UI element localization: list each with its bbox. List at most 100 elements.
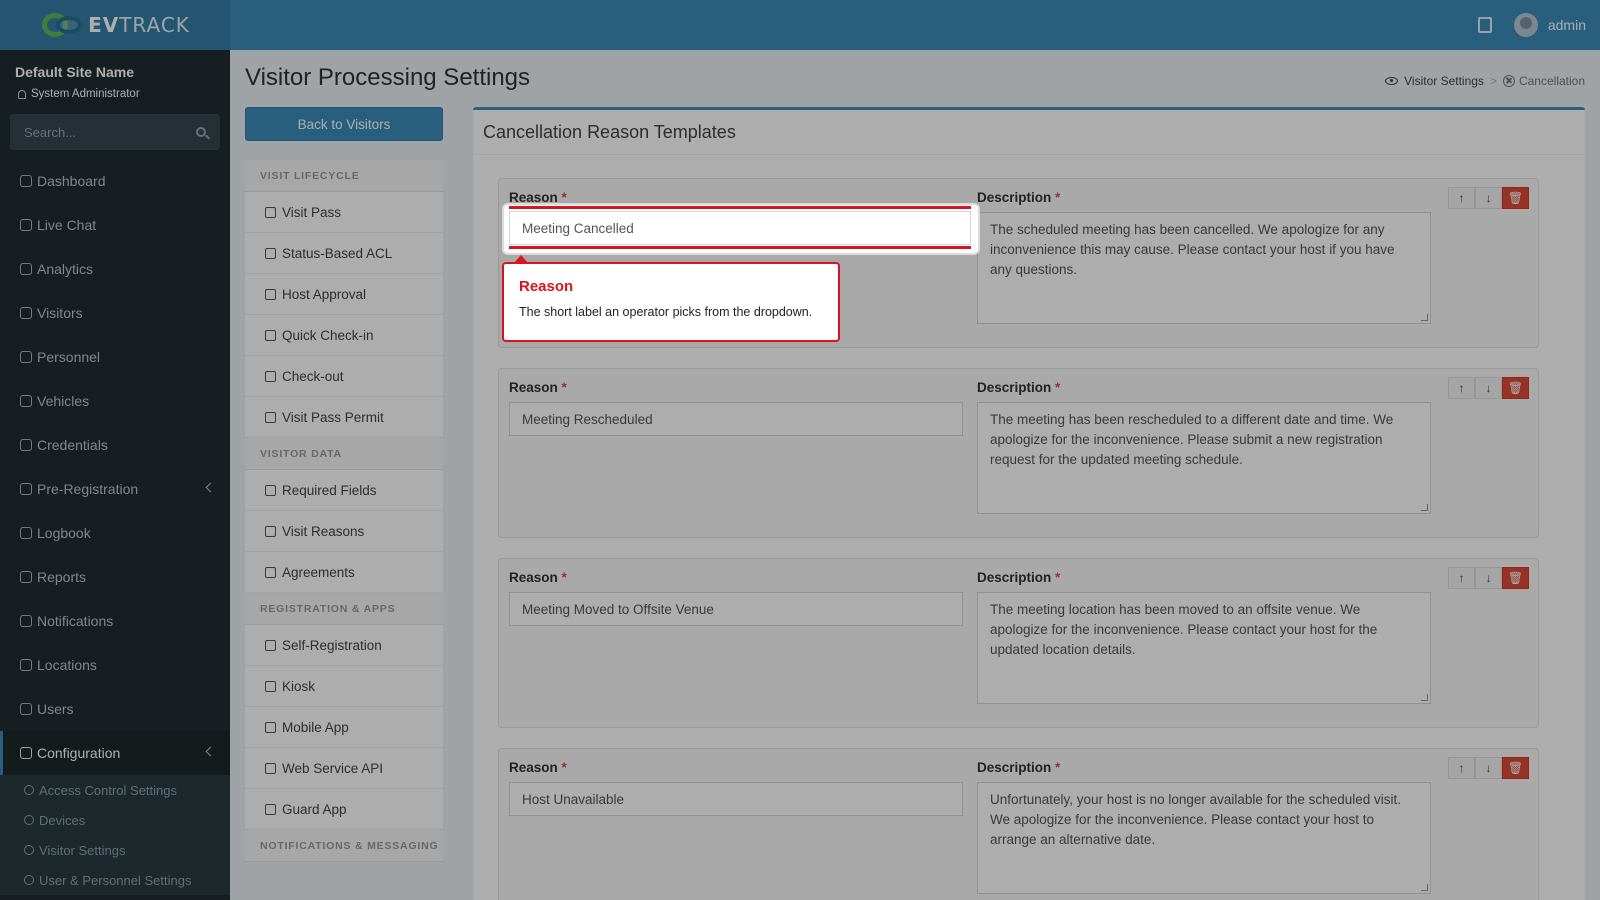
sidebar-item-analytics[interactable]: Analytics (0, 247, 230, 291)
reports-icon (20, 571, 32, 583)
settings-item-check-out[interactable]: Check-out (245, 356, 443, 397)
submenu-user-personnel-settings[interactable]: User & Personnel Settings (0, 865, 230, 895)
settings-item-status-based-acl[interactable]: Status-Based ACL (245, 233, 443, 274)
description-textarea[interactable]: The meeting has been rescheduled to a di… (977, 402, 1431, 514)
description-textarea[interactable]: The meeting location has been moved to a… (977, 592, 1431, 704)
logo[interactable]: EVTRACK (0, 0, 230, 50)
description-text: The meeting has been rescheduled to a di… (990, 412, 1394, 467)
sidebar-item-users[interactable]: Users (0, 687, 230, 731)
sidebar-item-logbook[interactable]: Logbook (0, 511, 230, 555)
settings-item-label: Visit Pass Permit (282, 409, 384, 425)
settings-item-visit-reasons[interactable]: Visit Reasons (245, 511, 443, 552)
search-input[interactable]: Search... (24, 125, 76, 140)
delete-button[interactable]: 🗑 (1502, 187, 1529, 209)
sidebar-item-label: Reports (37, 569, 87, 585)
eye-icon (20, 307, 32, 319)
settings-section-title: VISIT LIFECYCLE (245, 160, 443, 192)
settings-item-required-fields[interactable]: Required Fields (245, 470, 443, 511)
settings-item-mobile-app[interactable]: Mobile App (245, 707, 443, 748)
sidebar-item-notifications[interactable]: Notifications (0, 599, 230, 643)
sidebar-item-label: Dashboard (37, 173, 106, 189)
sidebar-item-label: Credentials (37, 437, 108, 453)
sidebar-item-credentials[interactable]: Credentials (0, 423, 230, 467)
sidebar-item-label: Users (37, 701, 74, 717)
delete-button[interactable]: 🗑 (1502, 377, 1529, 399)
arrow-up-icon: ↑ (1458, 381, 1465, 395)
move-up-button[interactable]: ↑ (1448, 187, 1475, 209)
reason-input[interactable]: Meeting Rescheduled (509, 402, 963, 436)
building-icon (265, 329, 276, 341)
settings-item-agreements[interactable]: Agreements (245, 552, 443, 593)
sign-out-icon (265, 370, 276, 382)
shapes-icon (265, 525, 276, 537)
reason-input[interactable]: Host Unavailable (509, 782, 963, 816)
reason-label: Reason * (509, 760, 567, 775)
settings-item-label: Host Approval (282, 286, 367, 302)
sidebar-item-reports[interactable]: Reports (0, 555, 230, 599)
settings-item-web-service-api[interactable]: Web Service API (245, 748, 443, 789)
submenu-access-control-settings[interactable]: Access Control Settings (0, 775, 230, 805)
sidebar-item-vehicles[interactable]: Vehicles (0, 379, 230, 423)
resize-handle[interactable] (1421, 504, 1428, 511)
move-down-button[interactable]: ↓ (1475, 757, 1502, 779)
user-icon (18, 89, 26, 99)
sidebar-item-personnel[interactable]: Personnel (0, 335, 230, 379)
breadcrumb-current: Cancellation (1502, 74, 1585, 88)
settings-item-label: Check-out (282, 368, 344, 384)
sidebar-item-visitors[interactable]: Visitors (0, 291, 230, 335)
back-to-visitors-button[interactable]: Back to Visitors (245, 107, 443, 141)
sidebar-search[interactable]: Search... (10, 114, 220, 150)
reason-input[interactable]: Meeting Moved to Offsite Venue (509, 592, 963, 626)
sidebar-item-dashboard[interactable]: Dashboard (0, 159, 230, 203)
move-up-button[interactable]: ↑ (1448, 377, 1475, 399)
settings-menu: VISIT LIFECYCLE Visit Pass Status-Based … (245, 160, 443, 862)
building-icon[interactable] (1477, 17, 1492, 33)
highlighted-reason-input[interactable]: Meeting Cancelled (509, 211, 971, 245)
resize-handle[interactable] (1421, 694, 1428, 701)
submenu-devices[interactable]: Devices (0, 805, 230, 835)
move-down-button[interactable]: ↓ (1475, 567, 1502, 589)
breadcrumb-current-label: Cancellation (1518, 74, 1585, 88)
trash-icon: 🗑 (1507, 761, 1524, 775)
user-role-label: System Administrator (31, 88, 140, 100)
move-up-button[interactable]: ↑ (1448, 757, 1475, 779)
settings-item-host-approval[interactable]: Host Approval (245, 274, 443, 315)
breadcrumb-parent[interactable]: Visitor Settings (1404, 74, 1484, 88)
description-textarea[interactable]: The scheduled meeting has been cancelled… (977, 212, 1431, 324)
sidebar-item-locations[interactable]: Locations (0, 643, 230, 687)
settings-item-label: Guard App (282, 801, 347, 817)
user-settings-icon (24, 875, 34, 885)
arrow-down-icon: ↓ (1485, 571, 1492, 585)
settings-item-guard-app[interactable]: Guard App (245, 789, 443, 830)
settings-item-visit-pass-permit[interactable]: Visit Pass Permit (245, 397, 443, 438)
swap-icon (20, 483, 32, 495)
user-name: admin (1547, 17, 1586, 33)
description-textarea[interactable]: Unfortunately, your host is no longer av… (977, 782, 1431, 894)
resize-handle[interactable] (1421, 314, 1428, 321)
user-menu[interactable]: admin (1513, 13, 1586, 37)
delete-button[interactable]: 🗑 (1502, 757, 1529, 779)
settings-item-self-registration[interactable]: Self-Registration (245, 625, 443, 666)
reason-label: Reason * (509, 380, 567, 395)
move-down-button[interactable]: ↓ (1475, 187, 1502, 209)
settings-item-quick-check-in[interactable]: Quick Check-in (245, 315, 443, 356)
highlight-bar (509, 246, 971, 249)
gear-icon (20, 747, 32, 759)
sidebar-item-configuration[interactable]: Configuration (0, 731, 230, 775)
sidebar-item-label: Personnel (37, 349, 101, 365)
sidebar-item-live-chat[interactable]: Live Chat (0, 203, 230, 247)
search-icon[interactable] (196, 127, 206, 137)
permit-icon (265, 411, 276, 423)
submenu-visitor-settings[interactable]: Visitor Settings (0, 835, 230, 865)
template-actions: ↑ ↓ 🗑 (1448, 187, 1529, 209)
move-up-button[interactable]: ↑ (1448, 567, 1475, 589)
settings-item-visit-pass[interactable]: Visit Pass (245, 192, 443, 233)
sidebar-item-label: Locations (37, 657, 97, 673)
move-down-button[interactable]: ↓ (1475, 377, 1502, 399)
delete-button[interactable]: 🗑 (1502, 567, 1529, 589)
resize-handle[interactable] (1421, 884, 1428, 891)
sidebar-item-pre-registration[interactable]: Pre-Registration (0, 467, 230, 511)
analytics-icon (20, 263, 32, 275)
tooltip-title: Reason (519, 278, 574, 295)
settings-item-kiosk[interactable]: Kiosk (245, 666, 443, 707)
